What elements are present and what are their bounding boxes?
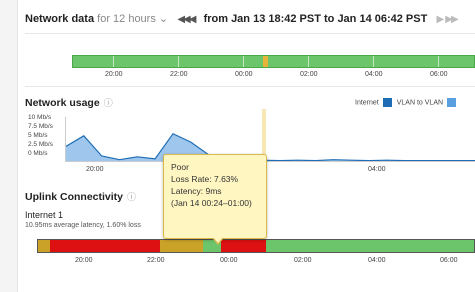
network-usage-title: Network usage ⓘ — [25, 96, 113, 109]
tooltip-window: (Jan 14 00:24–01:00) — [171, 198, 252, 208]
page-title: Network data — [25, 13, 95, 25]
y-axis-label: 5 Mb/s — [28, 132, 48, 139]
timeline-tick — [243, 56, 244, 67]
uplink-tick-label: 04:00 — [368, 257, 386, 264]
legend-label-vlan: VLAN to VLAN — [396, 99, 444, 107]
timeline-marker — [263, 56, 268, 67]
tooltip-arrow-fill — [213, 237, 223, 243]
chart-x-label: 20:00 — [86, 166, 104, 173]
tooltip-latency: Latency: 9ms — [171, 186, 222, 196]
timeline-tick — [373, 56, 374, 67]
uplink-segment-bad — [221, 240, 266, 252]
uplink-tick-label: 22:00 — [147, 257, 165, 264]
y-axis-label: 7.5 Mb/s — [28, 123, 53, 130]
legend-swatch-internet — [382, 98, 392, 107]
duration-select[interactable]: for 12 hours ⌄ — [97, 13, 171, 25]
timeline-tick-label: 04:00 — [365, 71, 383, 78]
last-range-icon[interactable]: ▶▶ — [445, 14, 458, 25]
uplink-quality-bar[interactable] — [37, 239, 475, 253]
timeline-scrubber[interactable] — [72, 55, 475, 68]
timeline-tick-label: 02:00 — [300, 71, 318, 78]
section-divider — [25, 86, 475, 87]
uplink-segment-warn — [160, 240, 203, 252]
uplink-title: Uplink Connectivity ⓘ — [25, 190, 136, 203]
header-divider — [25, 33, 475, 34]
next-range-icon[interactable]: ▶ — [437, 14, 445, 25]
series-line-internet — [66, 132, 475, 161]
previous-range-icon[interactable]: ◀◀◀ — [177, 14, 196, 25]
duration-label: for 12 hours — [97, 13, 156, 25]
uplink-segment-good — [266, 240, 474, 252]
interface-name: Internet 1 — [25, 210, 64, 220]
network-usage-label: Network usage — [25, 97, 100, 109]
uplink-segment-warn — [38, 240, 50, 252]
chart-legend: Internet VLAN to VLAN — [355, 98, 461, 107]
legend-swatch-vlan — [447, 98, 457, 107]
tooltip-loss: Loss Rate: 7.63% — [171, 174, 239, 184]
chart-x-label: 04:00 — [368, 166, 386, 173]
legend-label-internet: Internet — [355, 99, 379, 107]
info-icon[interactable]: ⓘ — [127, 192, 136, 202]
info-icon[interactable]: ⓘ — [104, 98, 113, 108]
uplink-segment-bad — [50, 240, 160, 252]
chevron-down-icon: ⌄ — [158, 13, 169, 25]
timeline-tick — [438, 56, 439, 67]
timeline-tick-label: 00:00 — [235, 71, 253, 78]
tooltip: Poor Loss Rate: 7.63% Latency: 9ms (Jan … — [163, 154, 267, 245]
tooltip-status: Poor — [171, 162, 189, 172]
timeline-tick — [308, 56, 309, 67]
uplink-label: Uplink Connectivity — [25, 191, 124, 203]
y-axis-label: 0 Mb/s — [28, 150, 48, 157]
timeline-tick — [178, 56, 179, 67]
header-bar: Network data for 12 hours ⌄ ◀◀◀ from Jan… — [25, 12, 459, 25]
y-axis-label: 10 Mb/s — [28, 114, 52, 121]
uplink-tick-label: 02:00 — [294, 257, 312, 264]
y-axis-label: 2.5 Mb/s — [28, 141, 53, 148]
usage-chart[interactable] — [65, 109, 475, 162]
uplink-summary: 10.95ms average latency, 1.60% loss — [25, 222, 141, 229]
date-range: from Jan 13 18:42 PST to Jan 14 06:42 PS… — [203, 13, 428, 25]
timeline-tick — [113, 56, 114, 67]
series-area-internet — [66, 133, 475, 161]
timeline-tick-label: 22:00 — [170, 71, 188, 78]
timeline-tick-label: 06:00 — [430, 71, 448, 78]
usage-chart-svg — [66, 132, 475, 161]
uplink-tick-label: 20:00 — [75, 257, 93, 264]
timeline-tick-label: 20:00 — [105, 71, 123, 78]
uplink-tick-label: 00:00 — [220, 257, 238, 264]
uplink-tick-label: 06:00 — [440, 257, 458, 264]
